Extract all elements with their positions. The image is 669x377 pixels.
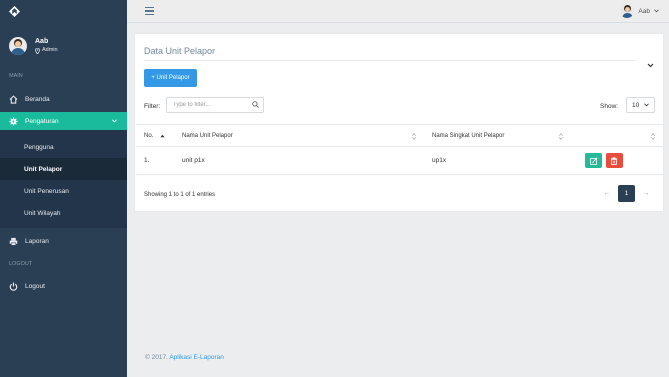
column-header-actions[interactable] [571,124,663,147]
sidebar-item-laporan[interactable]: Laporan [0,232,127,250]
cell-actions [571,146,663,175]
submenu-pengaturan: Pengguna Unit Pelapor Unit Penerusan Uni… [0,130,127,228]
edit-button[interactable] [585,153,602,168]
page-size-select[interactable]: 10 [626,97,655,113]
submenu-item-unit-penerusan[interactable]: Unit Penerusan [0,180,127,202]
sort-icon [651,133,655,140]
brand-logo-icon [9,6,20,17]
avatar [620,4,635,18]
sort-icon [412,133,416,140]
entries-summary: Showing 1 to 1 of 1 entries [144,192,216,198]
pagination-page-current[interactable]: 1 [618,185,635,202]
section-main: MAIN [9,72,23,79]
sidebar: Aab Admin MAIN Beranda Pengaturan Penggu… [0,0,127,377]
delete-button[interactable] [605,153,623,168]
footer-copyright: © 2017. [145,354,168,361]
avatar [9,37,27,55]
footer: © 2017. Aplikasi E-Laporan [145,354,224,361]
chevron-down-icon [654,9,659,13]
page-size-value: 10 [632,101,640,109]
printer-icon [9,237,18,246]
user-menu-name: Aab [638,7,650,15]
profile-name: Aab [35,38,49,45]
cell-nama: unit p1x [174,146,424,175]
column-header-no[interactable]: No. [136,124,174,147]
column-header-singkat[interactable]: Nama Singkat Unit Pelapor [424,124,571,147]
submenu-item-unit-pelapor[interactable]: Unit Pelapor [0,158,127,180]
power-icon [9,282,18,291]
filter-input[interactable] [166,97,264,113]
sidebar-item-pengaturan[interactable]: Pengaturan [0,112,127,130]
panel-title: Data Unit Pelapor [144,46,216,56]
data-table: No. Nama Unit Pelapor Nama Singkat Unit … [136,124,663,175]
collapse-chevron-icon[interactable] [647,63,654,68]
section-logout: LOGOUT [9,260,33,267]
chevron-down-icon [112,119,117,123]
filter-label: Filter: [144,103,161,110]
pagination-prev[interactable]: ← [602,190,612,197]
divider [144,60,635,61]
cell-singkat: up1x [424,146,571,175]
user-menu[interactable]: Aab [620,4,659,18]
edit-icon [589,156,598,165]
sort-asc-icon [160,134,165,138]
search-icon [252,101,259,108]
profile: Aab Admin [0,23,127,61]
sort-icon [559,133,563,140]
sidebar-item-label: Laporan [25,237,49,245]
menu-toggle-icon[interactable] [145,7,154,15]
brand[interactable] [0,0,127,23]
gear-icon [9,116,18,126]
sidebar-item-beranda[interactable]: Beranda [0,90,127,108]
trash-icon [611,156,618,165]
home-icon [9,94,18,104]
cell-no: 1. [136,146,174,175]
submenu-item-unit-wilayah[interactable]: Unit Wilayah [0,202,127,224]
add-unit-pelapor-button[interactable]: + Unit Pelapor [144,69,197,87]
sidebar-item-logout[interactable]: Logout [0,277,127,295]
chevron-down-icon [644,103,649,107]
sidebar-item-label: Pengaturan [25,117,59,125]
column-header-nama[interactable]: Nama Unit Pelapor [174,124,424,147]
top-navbar: Aab [127,0,669,23]
pagination-next[interactable]: → [641,190,651,197]
footer-app-link[interactable]: Aplikasi E-Laporan [169,354,224,361]
sidebar-item-label: Beranda [25,95,50,103]
table-row: 1. unit p1x up1x [136,146,663,175]
data-panel: Data Unit Pelapor + Unit Pelapor Filter:… [134,33,664,212]
sidebar-item-label: Logout [25,282,45,290]
profile-role: Admin [42,47,58,53]
submenu-item-pengguna[interactable]: Pengguna [0,136,127,158]
pagination: ← 1 → [602,185,651,202]
location-pin-icon [35,47,40,54]
show-label: Show: [600,103,619,110]
